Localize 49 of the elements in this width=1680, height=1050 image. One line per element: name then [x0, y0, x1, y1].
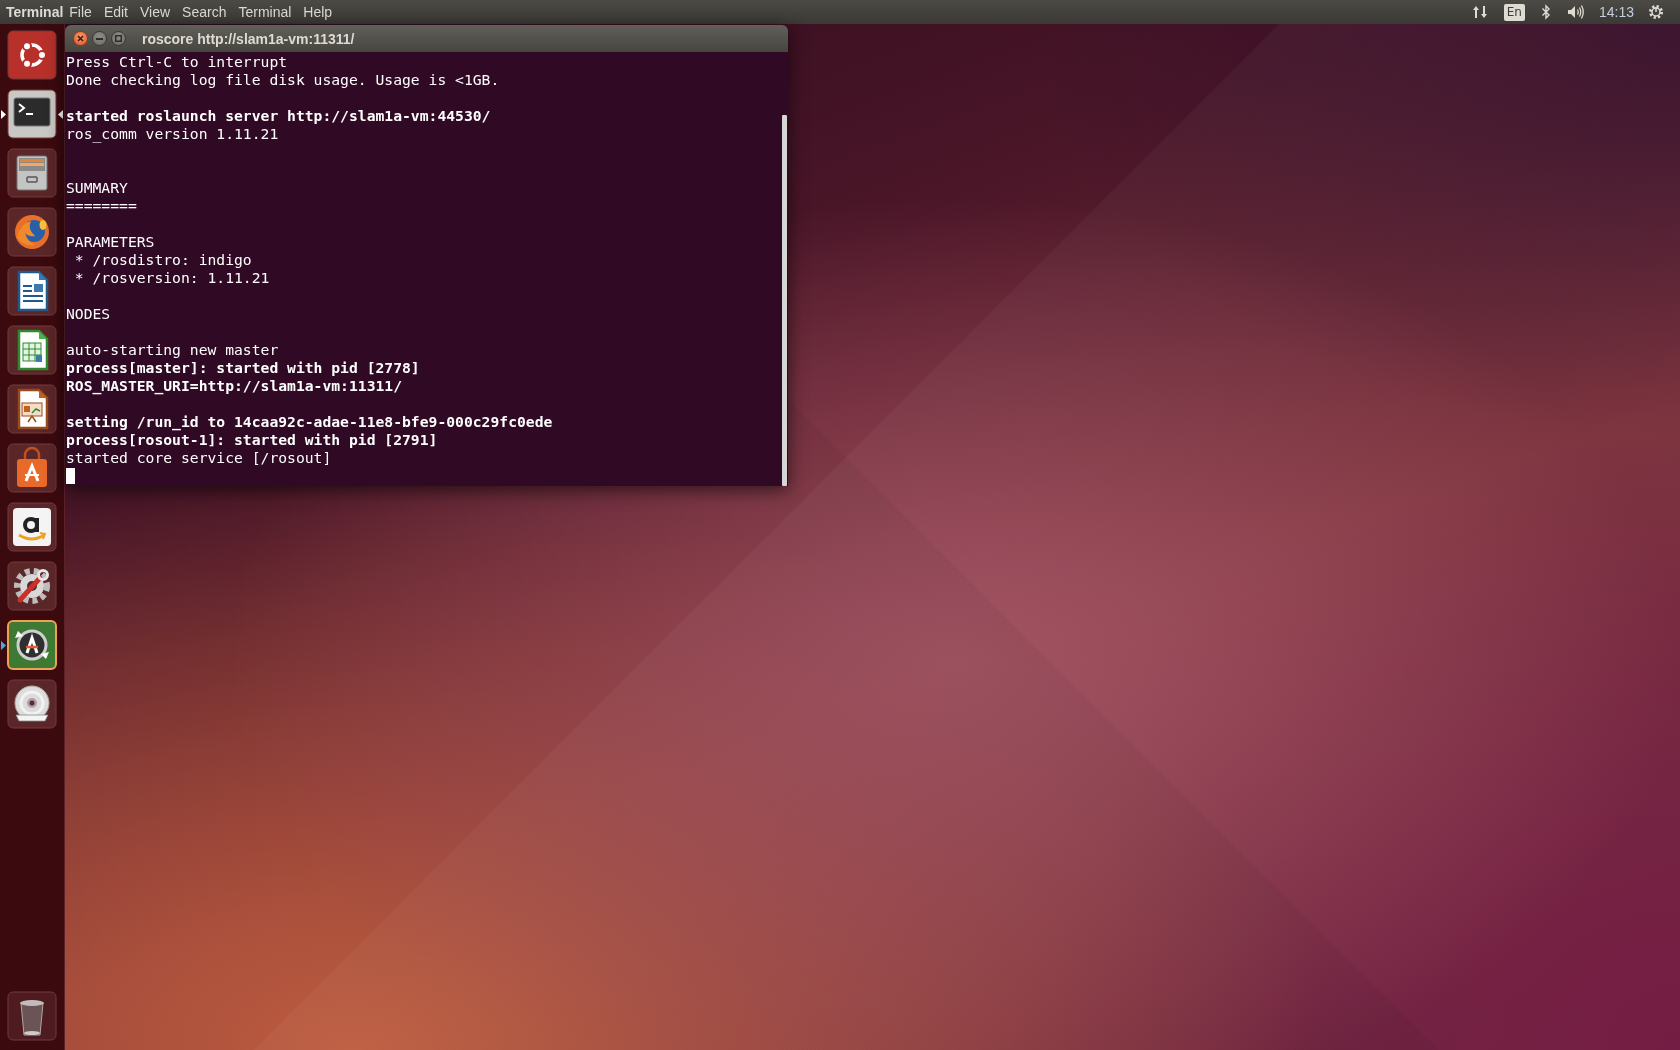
maximize-button[interactable]	[111, 31, 126, 46]
menu-item[interactable]: File	[63, 4, 98, 20]
menu-item[interactable]: Help	[297, 4, 339, 20]
bluetooth-icon[interactable]	[1540, 4, 1551, 20]
terminal-line: Done checking log file disk usage. Usage is <1GB.	[66, 71, 500, 89]
settings-icon[interactable]	[1648, 4, 1664, 20]
shopping-bag-icon[interactable]	[7, 443, 57, 493]
clock[interactable]: 14:13	[1598, 4, 1634, 20]
terminal-line: started core service [/rosout]	[66, 449, 332, 467]
scrollbar[interactable]	[782, 115, 787, 486]
terminal-line: setting /run_id to 14caa92c-adae-11e8-bfe9-000c29fc0ede	[66, 413, 553, 431]
terminal-line: ROS_MASTER_URI=http://slam1a-vm:11311/	[66, 377, 403, 395]
minimize-button[interactable]	[92, 31, 107, 46]
network-arrows-icon[interactable]	[1471, 4, 1488, 20]
menu-item[interactable]: Edit	[97, 4, 134, 20]
terminal-icon[interactable]	[7, 89, 57, 139]
menu-item[interactable]: Terminal	[232, 4, 298, 20]
close-icon	[77, 35, 84, 42]
terminal-line: Press Ctrl-C to interrupt	[66, 53, 288, 71]
spreadsheet-icon[interactable]	[7, 325, 57, 375]
keyboard-layout-indicator[interactable]: En	[1503, 3, 1525, 21]
update-arrows-icon[interactable]	[7, 620, 57, 670]
file-cabinet-icon[interactable]	[7, 148, 57, 198]
maximize-icon	[115, 35, 122, 42]
terminal-line: started roslaunch server http://slam1a-vm:44530/	[66, 107, 491, 125]
trash-icon[interactable]	[7, 991, 57, 1041]
terminal-line: ========	[66, 197, 137, 215]
terminal-line: PARAMETERS	[66, 233, 155, 251]
volume-icon[interactable]	[1566, 4, 1585, 20]
terminal-line: process[master]: started with pid [2778]	[66, 359, 420, 377]
app-name: Terminal	[6, 4, 64, 20]
menu-item[interactable]: View	[134, 4, 177, 20]
circle-of-friends-icon[interactable]	[7, 30, 57, 80]
terminal-line: NODES	[66, 305, 111, 323]
terminal-line: process[rosout-1]: started with pid [2791]	[66, 431, 438, 449]
smile-logo-icon[interactable]	[7, 502, 57, 552]
minimize-icon	[96, 37, 103, 40]
terminal-line: * /rosversion: 1.11.21	[73, 269, 270, 287]
menu-item[interactable]: Search	[176, 4, 233, 20]
presentation-icon[interactable]	[7, 384, 57, 434]
gear-wrench-icon[interactable]	[7, 561, 57, 611]
fox-globe-icon[interactable]	[7, 207, 57, 257]
terminal-line: ros_comm version 1.11.21	[66, 125, 279, 143]
document-icon[interactable]	[7, 266, 57, 316]
terminal-line: SUMMARY	[66, 179, 128, 197]
terminal-line: * /rosdistro: indigo	[73, 251, 252, 269]
terminal-line: auto-starting new master	[66, 341, 279, 359]
close-button[interactable]	[73, 31, 88, 46]
window-title: roscore http://slam1a-vm:11311/	[142, 30, 355, 47]
